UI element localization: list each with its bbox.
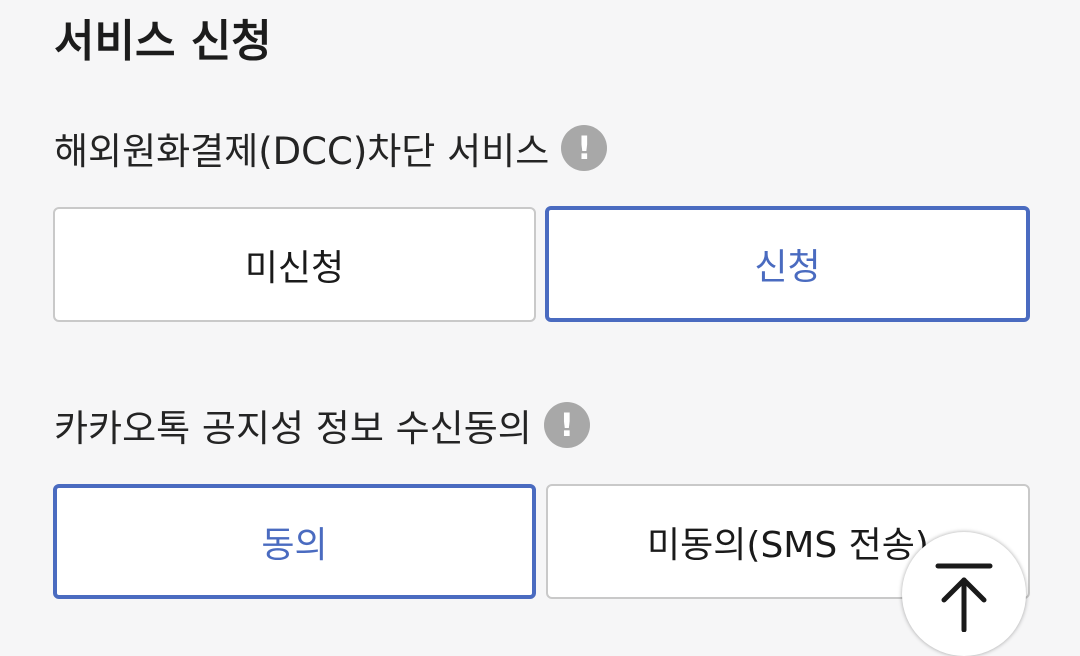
arrow-up-to-line-icon	[935, 563, 993, 632]
kakao-info-icon[interactable]: !	[543, 402, 590, 448]
dcc-label-text: 해외원화결제(DCC)차단 서비스	[54, 130, 550, 173]
dcc-option-not-applied[interactable]: 미신청	[53, 207, 536, 322]
kakao-label-text: 카카오톡 공지성 정보 수신동의	[54, 407, 532, 450]
kakao-field-label: 카카오톡 공지성 정보 수신동의 !	[54, 397, 590, 453]
dcc-option-applied[interactable]: 신청	[545, 206, 1030, 322]
dcc-field-label: 해외원화결제(DCC)차단 서비스 !	[54, 120, 608, 176]
scroll-to-top-button[interactable]	[902, 532, 1026, 656]
dcc-info-icon[interactable]: !	[561, 125, 608, 171]
kakao-option-agree[interactable]: 동의	[53, 484, 536, 599]
section-title: 서비스 신청	[54, 16, 272, 67]
